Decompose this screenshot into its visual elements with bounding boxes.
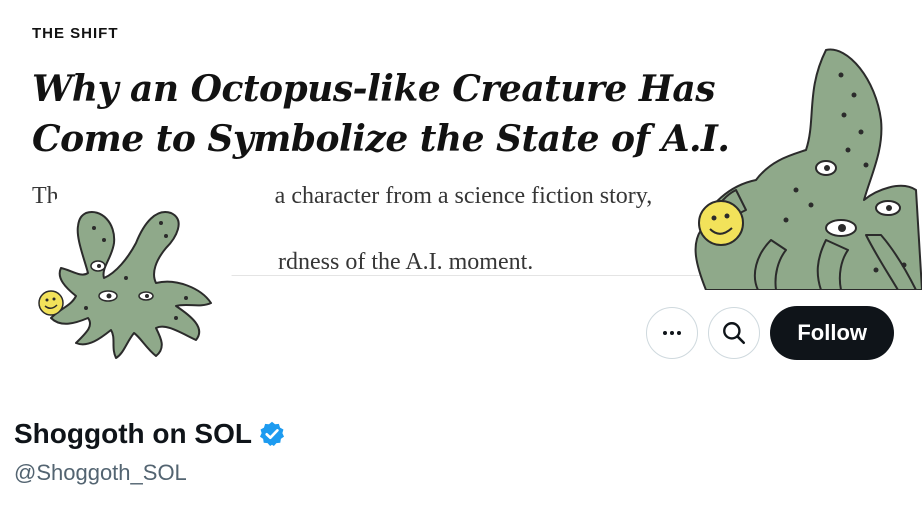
follow-button[interactable]: Follow bbox=[770, 306, 894, 360]
profile-name-row: Shoggoth on SOL bbox=[14, 418, 286, 450]
profile-avatar[interactable] bbox=[16, 178, 230, 392]
shoggoth-illustration bbox=[694, 48, 922, 290]
headline-line-2: Come to Symbolize the State of A.I. bbox=[32, 118, 730, 160]
banner-kicker: THE SHIFT bbox=[32, 25, 119, 42]
verified-badge-icon[interactable] bbox=[258, 420, 286, 448]
search-icon bbox=[723, 322, 746, 345]
display-name: Shoggoth on SOL bbox=[14, 418, 252, 449]
more-icon bbox=[663, 331, 682, 335]
profile-handle: @Shoggoth_SOL bbox=[14, 460, 187, 485]
headline-line-1: Why an Octopus-like Creature Has bbox=[32, 68, 715, 110]
more-options-button[interactable] bbox=[646, 307, 699, 359]
search-button[interactable] bbox=[708, 307, 761, 359]
profile-actions: Follow bbox=[646, 306, 894, 360]
banner-headline: Why an Octopus-like Creature Has Come to… bbox=[32, 64, 732, 164]
shoggoth-avatar-illustration bbox=[16, 178, 230, 392]
